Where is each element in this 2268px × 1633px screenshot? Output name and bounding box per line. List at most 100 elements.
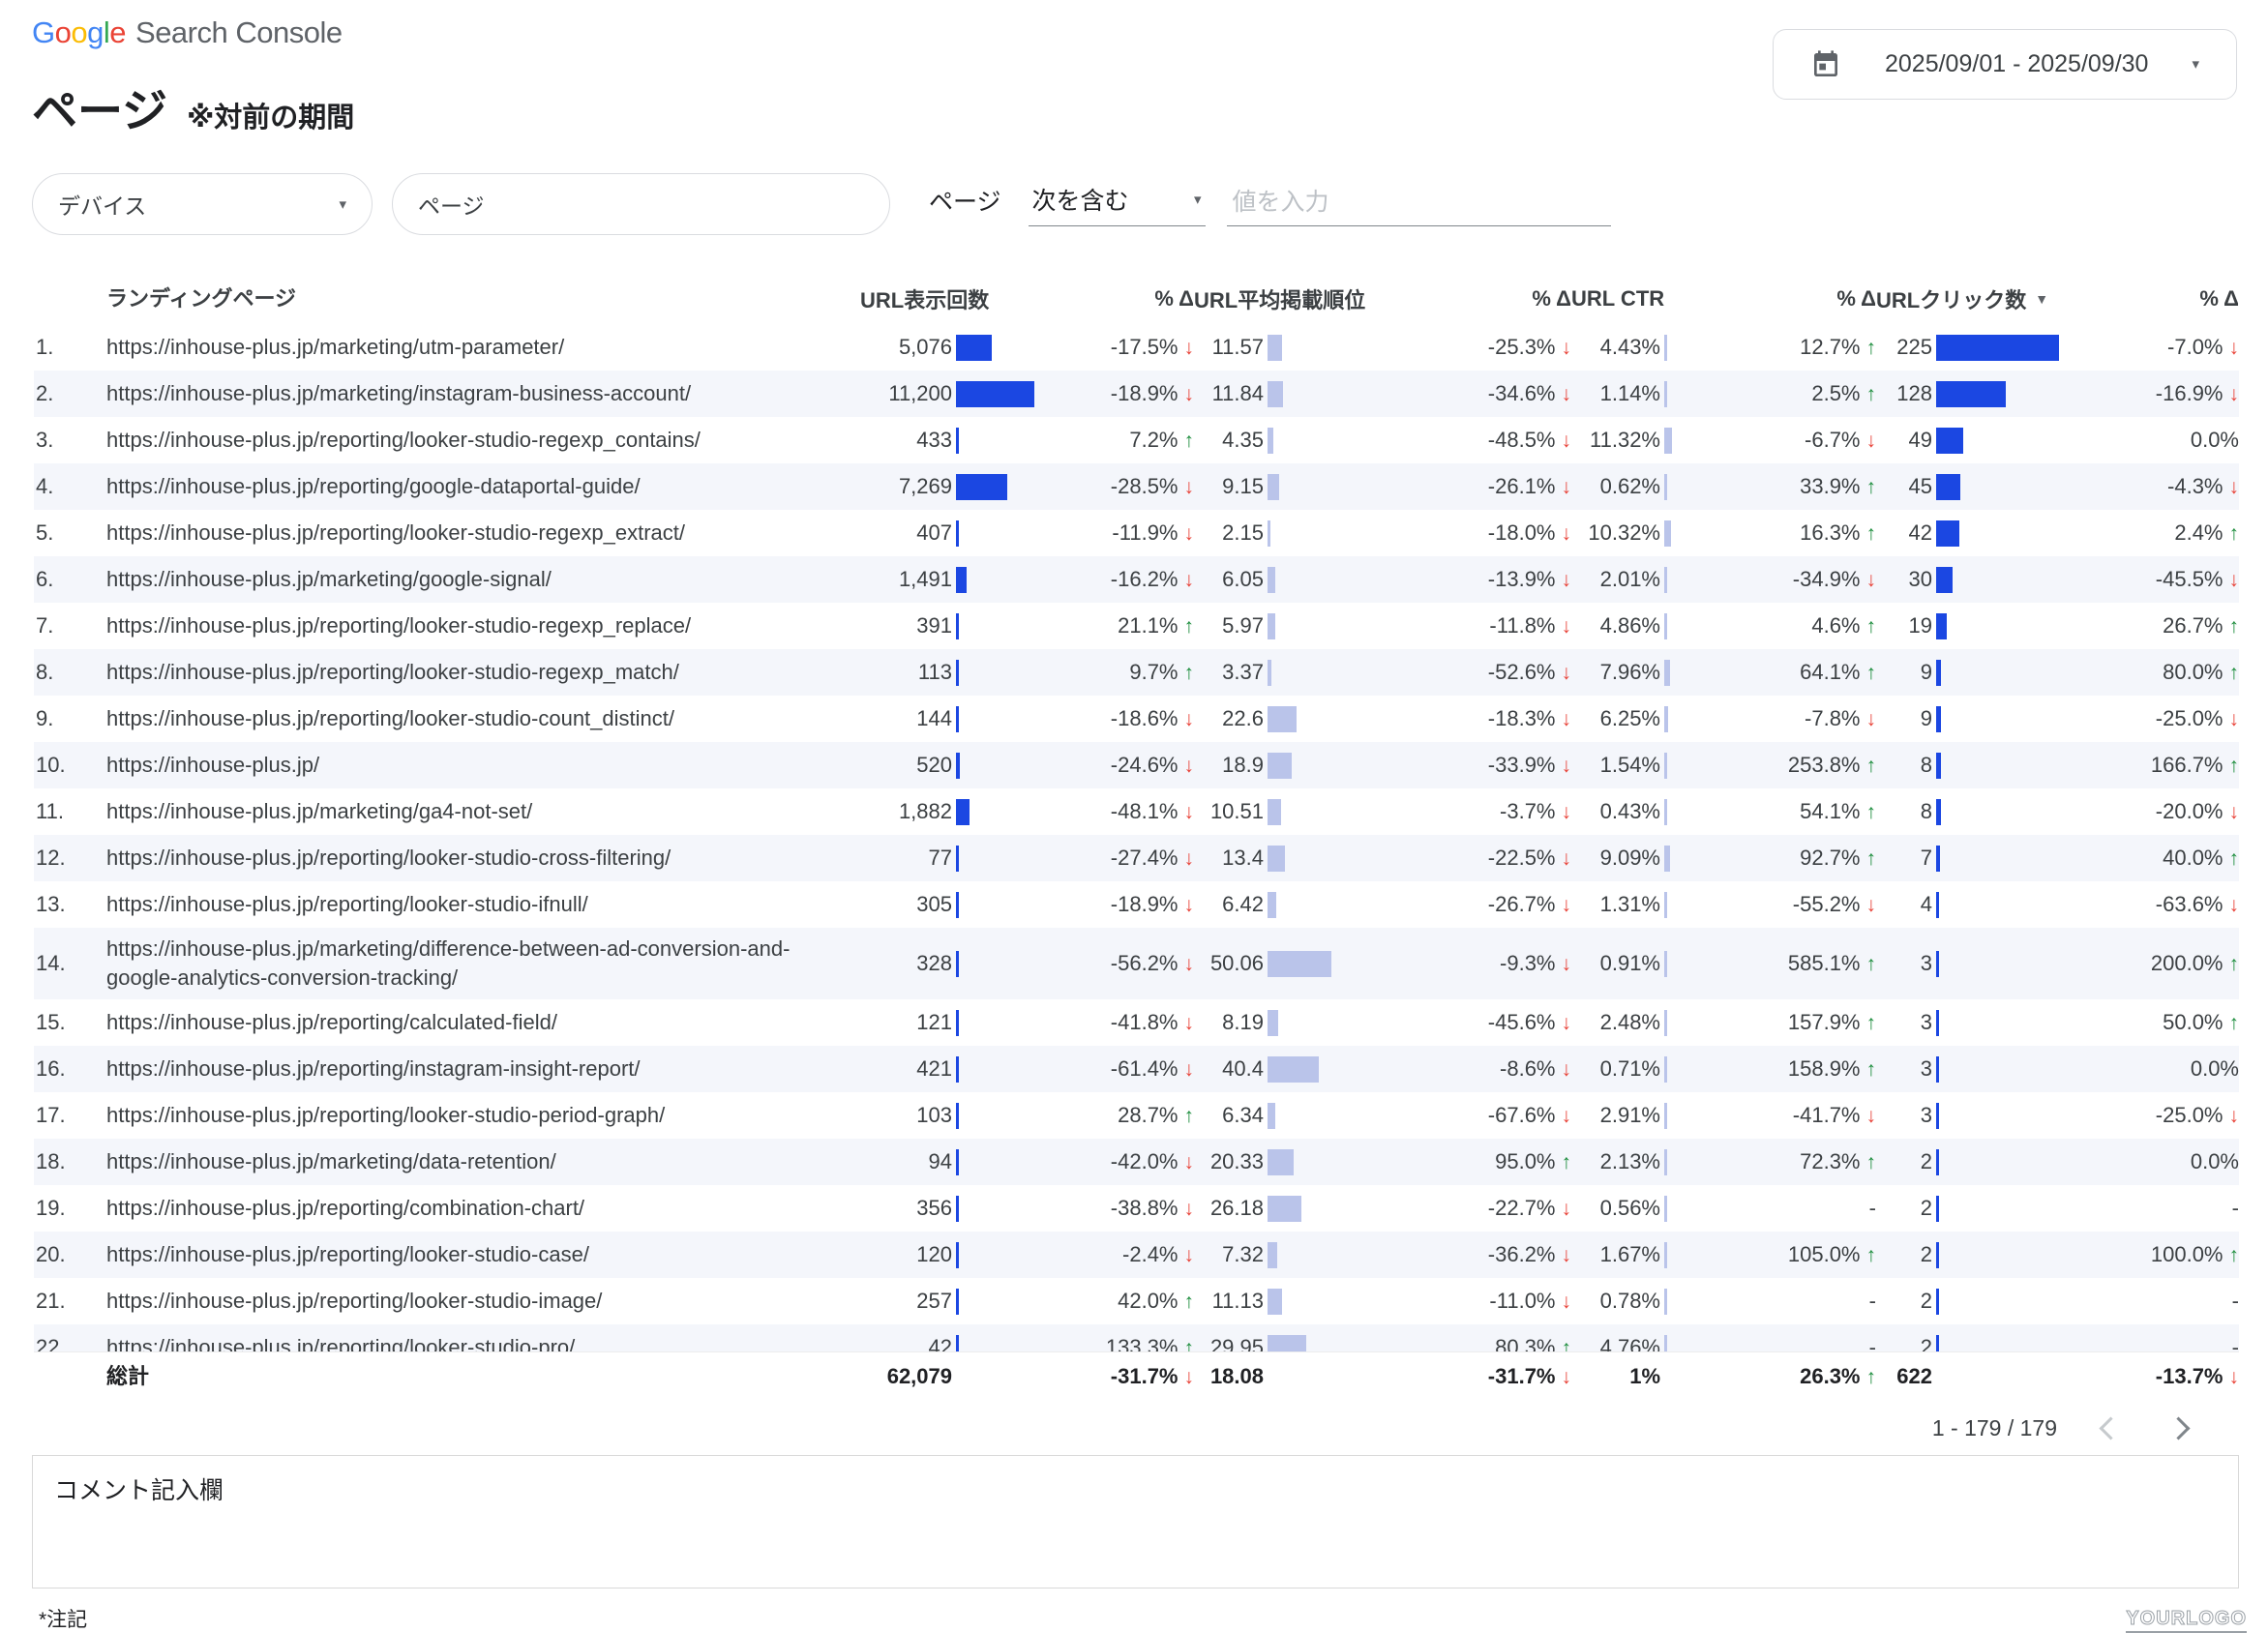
avg-position-delta: -48.5%↓ bbox=[1383, 428, 1571, 453]
url-ctr: 2.01% bbox=[1571, 567, 1678, 593]
delta-down-icon: ↓ bbox=[2229, 477, 2240, 497]
table-row[interactable]: 19. https://inhouse-plus.jp/reporting/co… bbox=[34, 1185, 2239, 1232]
table-row[interactable]: 8. https://inhouse-plus.jp/reporting/loo… bbox=[34, 649, 2239, 696]
delta-up-icon: ↑ bbox=[2229, 523, 2240, 544]
col-header-url-ctr-delta[interactable]: % Δ bbox=[1678, 286, 1876, 312]
impressions-delta: 21.1%↑ bbox=[1049, 613, 1194, 638]
impressions-delta: -56.2%↓ bbox=[1049, 951, 1194, 976]
avg-position: 6.42 bbox=[1194, 892, 1383, 918]
table-row[interactable]: 13. https://inhouse-plus.jp/reporting/lo… bbox=[34, 881, 2239, 928]
table-row[interactable]: 1. https://inhouse-plus.jp/marketing/utm… bbox=[34, 324, 2239, 371]
impressions: 421 bbox=[860, 1056, 1049, 1083]
pages-table: ランディングページ URL表示回数 % Δ URL平均掲載順位 % Δ URL … bbox=[0, 274, 2268, 1445]
next-page-button[interactable] bbox=[2164, 1413, 2193, 1442]
landing-page-url: https://inhouse-plus.jp/marketing/differ… bbox=[106, 928, 860, 999]
col-header-clicks-delta[interactable]: % Δ bbox=[2074, 286, 2239, 312]
filter-bar: デバイス ▾ ページ ページ 次を含む ▾ bbox=[32, 173, 2268, 235]
table-row[interactable]: 17. https://inhouse-plus.jp/reporting/lo… bbox=[34, 1092, 2239, 1139]
avg-position: 9.15 bbox=[1194, 474, 1383, 500]
table-row[interactable]: 21. https://inhouse-plus.jp/reporting/lo… bbox=[34, 1278, 2239, 1324]
delta-up-icon: ↑ bbox=[1866, 338, 1877, 358]
impressions-bar bbox=[956, 520, 959, 547]
landing-page-url: https://inhouse-plus.jp/reporting/google… bbox=[106, 465, 860, 508]
row-rank: 12. bbox=[34, 846, 106, 871]
avg-position-bar bbox=[1268, 381, 1283, 407]
comment-box[interactable]: コメント記入欄 bbox=[32, 1455, 2239, 1588]
url-ctr-delta: 585.1%↑ bbox=[1678, 951, 1876, 976]
delta-down-icon: ↓ bbox=[1866, 1106, 1877, 1126]
table-row[interactable]: 3. https://inhouse-plus.jp/reporting/loo… bbox=[34, 417, 2239, 463]
delta-up-icon: ↑ bbox=[1866, 756, 1877, 776]
table-row[interactable]: 10. https://inhouse-plus.jp/ 520 -24.6%↓… bbox=[34, 742, 2239, 788]
table-row[interactable]: 14. https://inhouse-plus.jp/marketing/di… bbox=[34, 928, 2239, 999]
table-row[interactable]: 15. https://inhouse-plus.jp/reporting/ca… bbox=[34, 999, 2239, 1046]
filter-operator-select[interactable]: 次を含む ▾ bbox=[1029, 182, 1206, 226]
table-row[interactable]: 22. https://inhouse-plus.jp/reporting/lo… bbox=[34, 1324, 2239, 1351]
url-ctr: 1.67% bbox=[1571, 1242, 1678, 1268]
url-ctr-bar bbox=[1664, 1242, 1667, 1268]
impressions: 120 bbox=[860, 1242, 1049, 1268]
delta-down-icon: ↓ bbox=[1562, 1199, 1572, 1219]
filter-value-input[interactable] bbox=[1227, 189, 1611, 226]
delta-up-icon: ↑ bbox=[1184, 663, 1195, 683]
prev-page-button[interactable] bbox=[2096, 1413, 2125, 1442]
delta-down-icon: ↓ bbox=[2229, 709, 2240, 729]
clicks-bar bbox=[1936, 706, 1941, 732]
table-row[interactable]: 5. https://inhouse-plus.jp/reporting/loo… bbox=[34, 510, 2239, 556]
table-row[interactable]: 2. https://inhouse-plus.jp/marketing/ins… bbox=[34, 371, 2239, 417]
col-header-impressions-delta[interactable]: % Δ bbox=[1049, 286, 1194, 312]
col-header-avg-position-delta[interactable]: % Δ bbox=[1383, 286, 1571, 312]
delta-down-icon: ↓ bbox=[1184, 477, 1195, 497]
url-ctr-delta: 33.9%↑ bbox=[1678, 474, 1876, 499]
table-row[interactable]: 7. https://inhouse-plus.jp/reporting/loo… bbox=[34, 603, 2239, 649]
page-subtitle: ※対前の期間 bbox=[187, 95, 354, 135]
clicks-delta: 0.0% bbox=[2074, 428, 2239, 453]
table-scroll-area[interactable]: 1. https://inhouse-plus.jp/marketing/utm… bbox=[34, 324, 2239, 1351]
impressions-delta: -11.9%↓ bbox=[1049, 520, 1194, 546]
placeholder-logo: YOURLOGO bbox=[2126, 1608, 2247, 1633]
table-row[interactable]: 9. https://inhouse-plus.jp/reporting/loo… bbox=[34, 696, 2239, 742]
col-header-url-ctr[interactable]: URL CTR bbox=[1571, 286, 1678, 312]
report-header: Google Search Console ページ ※対前の期間 2025/09… bbox=[0, 0, 2268, 140]
clicks-bar bbox=[1936, 753, 1941, 779]
impressions-delta: -28.5%↓ bbox=[1049, 474, 1194, 499]
avg-position-delta: -33.9%↓ bbox=[1383, 753, 1571, 778]
col-header-avg-position[interactable]: URL平均掲載順位 bbox=[1194, 283, 1383, 314]
col-header-landing-page[interactable]: ランディングページ bbox=[106, 278, 860, 320]
table-row[interactable]: 18. https://inhouse-plus.jp/marketing/da… bbox=[34, 1139, 2239, 1185]
avg-position: 50.06 bbox=[1194, 951, 1383, 977]
delta-down-icon: ↓ bbox=[1184, 523, 1195, 544]
avg-position-delta: -25.3%↓ bbox=[1383, 335, 1571, 360]
impressions: 103 bbox=[860, 1103, 1049, 1129]
device-filter-dropdown[interactable]: デバイス ▾ bbox=[32, 173, 373, 235]
table-row[interactable]: 16. https://inhouse-plus.jp/reporting/in… bbox=[34, 1046, 2239, 1092]
impressions-bar bbox=[956, 335, 992, 361]
delta-down-icon: ↓ bbox=[1184, 848, 1195, 869]
table-row[interactable]: 20. https://inhouse-plus.jp/reporting/lo… bbox=[34, 1232, 2239, 1278]
avg-position-bar bbox=[1268, 428, 1273, 454]
url-ctr: 2.48% bbox=[1571, 1010, 1678, 1036]
page-filter-dropdown[interactable]: ページ bbox=[392, 173, 890, 235]
avg-position: 10.51 bbox=[1194, 799, 1383, 825]
table-row[interactable]: 11. https://inhouse-plus.jp/marketing/ga… bbox=[34, 788, 2239, 835]
col-header-clicks[interactable]: URLクリック数 ▼ bbox=[1876, 283, 2074, 314]
url-ctr: 0.78% bbox=[1571, 1289, 1678, 1315]
landing-page-url: https://inhouse-plus.jp/marketing/ga4-no… bbox=[106, 790, 860, 833]
clicks: 225 bbox=[1876, 335, 2074, 361]
chevron-left-icon bbox=[2099, 1416, 2122, 1440]
clicks: 128 bbox=[1876, 381, 2074, 407]
row-rank: 4. bbox=[34, 474, 106, 499]
col-header-impressions[interactable]: URL表示回数 bbox=[860, 283, 1049, 314]
table-row[interactable]: 6. https://inhouse-plus.jp/marketing/goo… bbox=[34, 556, 2239, 603]
table-row[interactable]: 12. https://inhouse-plus.jp/reporting/lo… bbox=[34, 835, 2239, 881]
delta-up-icon: ↑ bbox=[1866, 616, 1877, 637]
landing-page-url: https://inhouse-plus.jp/marketing/data-r… bbox=[106, 1141, 860, 1183]
clicks-delta: 166.7%↑ bbox=[2074, 753, 2239, 778]
clicks: 3 bbox=[1876, 1103, 2074, 1129]
table-row[interactable]: 4. https://inhouse-plus.jp/reporting/goo… bbox=[34, 463, 2239, 510]
date-range-picker[interactable]: 2025/09/01 - 2025/09/30 ▾ bbox=[1773, 29, 2237, 100]
clicks: 19 bbox=[1876, 613, 2074, 639]
date-range-value: 2025/09/01 - 2025/09/30 bbox=[1885, 50, 2148, 78]
delta-down-icon: ↓ bbox=[1562, 1106, 1572, 1126]
url-ctr-bar bbox=[1664, 1196, 1667, 1222]
